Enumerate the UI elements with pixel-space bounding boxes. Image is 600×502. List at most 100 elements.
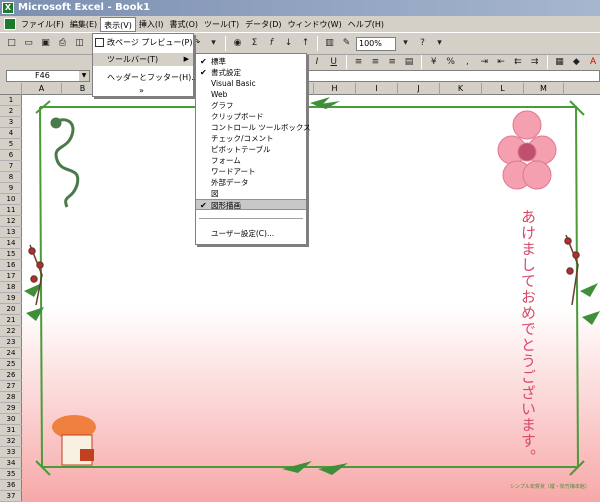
row-header[interactable]: 25: [0, 359, 22, 370]
print-icon[interactable]: ⎙: [55, 36, 70, 51]
toolbar-item-forms[interactable]: フォーム: [196, 155, 306, 166]
toolbar-item-drawing[interactable]: ✔ 図形描画: [196, 199, 306, 210]
row-header[interactable]: 15: [0, 249, 22, 260]
row-header[interactable]: 6: [0, 150, 22, 161]
drawing-icon[interactable]: ✎: [339, 36, 354, 51]
row-header[interactable]: 26: [0, 370, 22, 381]
menu-item-header-footer[interactable]: ヘッダーとフッター(H)...: [93, 71, 199, 84]
row-header[interactable]: 36: [0, 480, 22, 491]
row-header[interactable]: 37: [0, 491, 22, 502]
open-folder-icon[interactable]: ▭: [21, 36, 36, 51]
outdent-icon[interactable]: ⇇: [511, 55, 525, 70]
row-header[interactable]: 34: [0, 458, 22, 469]
align-center-icon[interactable]: ≡: [368, 55, 382, 70]
row-header[interactable]: 9: [0, 183, 22, 194]
row-header[interactable]: 21: [0, 315, 22, 326]
row-header[interactable]: 35: [0, 469, 22, 480]
italic-icon[interactable]: I: [310, 55, 324, 70]
sort-ascending-icon[interactable]: ↓: [281, 36, 296, 51]
row-header[interactable]: 20: [0, 304, 22, 315]
row-header[interactable]: 31: [0, 425, 22, 436]
menu-item-page-break-preview[interactable]: 改ページ プレビュー(P): [93, 36, 193, 49]
row-header[interactable]: 19: [0, 293, 22, 304]
row-header[interactable]: 7: [0, 161, 22, 172]
save-icon[interactable]: ▣: [38, 36, 53, 51]
row-header[interactable]: 22: [0, 326, 22, 337]
increase-decimal-icon[interactable]: ⇥: [477, 55, 491, 70]
row-header[interactable]: 30: [0, 414, 22, 425]
decrease-decimal-icon[interactable]: ⇤: [494, 55, 508, 70]
menu-item-toolbars[interactable]: ツールバー(T) ▶: [93, 53, 193, 66]
row-header[interactable]: 29: [0, 403, 22, 414]
toolbar-item-visual-basic[interactable]: Visual Basic: [196, 78, 306, 89]
toolbar-item-pivot-table[interactable]: ピボットテーブル: [196, 144, 306, 155]
column-header-l[interactable]: L: [482, 83, 524, 95]
row-header[interactable]: 13: [0, 227, 22, 238]
toolbar-item-picture[interactable]: 図: [196, 188, 306, 199]
chart-wizard-icon[interactable]: ▥: [322, 36, 337, 51]
column-header-i[interactable]: I: [356, 83, 398, 95]
row-header[interactable]: 14: [0, 238, 22, 249]
fill-color-icon[interactable]: ◆: [569, 55, 583, 70]
row-header[interactable]: 17: [0, 271, 22, 282]
menu-help[interactable]: ヘルプ(H): [345, 17, 387, 32]
row-header[interactable]: 12: [0, 216, 22, 227]
toolbar-item-web[interactable]: Web: [196, 89, 306, 100]
row-header[interactable]: 11: [0, 205, 22, 216]
menu-format[interactable]: 書式(O): [166, 17, 201, 32]
column-header-h[interactable]: H: [314, 83, 356, 95]
menu-expand-chevron[interactable]: »: [93, 84, 193, 97]
workbook-icon[interactable]: [4, 18, 16, 30]
underline-icon[interactable]: U: [327, 55, 341, 70]
function-icon[interactable]: f: [264, 36, 279, 51]
hyperlink-icon[interactable]: ◉: [230, 36, 245, 51]
align-left-icon[interactable]: ≡: [352, 55, 366, 70]
toolbar-item-chart[interactable]: グラフ: [196, 100, 306, 111]
toolbar-options-icon[interactable]: ▾: [432, 36, 447, 51]
row-header[interactable]: 1: [0, 95, 22, 106]
zoom-dropdown-icon[interactable]: ▾: [398, 36, 413, 51]
toolbar-item-clipboard[interactable]: クリップボード: [196, 111, 306, 122]
indent-icon[interactable]: ⇉: [528, 55, 542, 70]
column-header-m[interactable]: M: [524, 83, 564, 95]
menu-insert[interactable]: 挿入(I): [136, 17, 167, 32]
row-header[interactable]: 28: [0, 392, 22, 403]
row-header[interactable]: 33: [0, 447, 22, 458]
column-header-k[interactable]: K: [440, 83, 482, 95]
row-header[interactable]: 8: [0, 172, 22, 183]
row-header[interactable]: 27: [0, 381, 22, 392]
toolbar-item-control-toolbox[interactable]: コントロール ツールボックス: [196, 122, 311, 133]
borders-icon[interactable]: ▦: [553, 55, 567, 70]
column-header-j[interactable]: J: [398, 83, 440, 95]
row-header[interactable]: 3: [0, 117, 22, 128]
help-icon[interactable]: ?: [415, 36, 430, 51]
row-header[interactable]: 18: [0, 282, 22, 293]
percent-icon[interactable]: %: [444, 55, 458, 70]
worksheet-grid[interactable]: あけましておめでとうございます。 シンプル年賀状（縦・松竹梅本館）: [22, 95, 600, 502]
comma-icon[interactable]: ,: [461, 55, 475, 70]
row-header[interactable]: 10: [0, 194, 22, 205]
sort-descending-icon[interactable]: ↑: [298, 36, 313, 51]
name-box[interactable]: F46 ▼: [6, 70, 90, 82]
new-file-icon[interactable]: □: [4, 36, 19, 51]
align-right-icon[interactable]: ≡: [385, 55, 399, 70]
toolbar-item-reviewing[interactable]: チェック/コメント: [196, 133, 306, 144]
toolbar-item-customize[interactable]: ユーザー設定(C)...: [196, 228, 306, 239]
toolbar-item-external-data[interactable]: 外部データ: [196, 177, 306, 188]
preview-icon[interactable]: ◫: [72, 36, 87, 51]
row-header[interactable]: 23: [0, 337, 22, 348]
autosum-icon[interactable]: Σ: [247, 36, 262, 51]
select-all-corner[interactable]: [0, 83, 22, 95]
toolbar-item-standard[interactable]: ✔ 標準: [196, 56, 306, 67]
zoom-select[interactable]: 100%: [356, 36, 396, 51]
merge-center-icon[interactable]: ▤: [402, 55, 416, 70]
menu-data[interactable]: データ(D): [242, 17, 284, 32]
row-header[interactable]: 4: [0, 128, 22, 139]
menu-file[interactable]: ファイル(F): [18, 17, 67, 32]
row-header[interactable]: 24: [0, 348, 22, 359]
font-color-icon[interactable]: A: [586, 55, 600, 70]
row-header[interactable]: 16: [0, 260, 22, 271]
menu-edit[interactable]: 編集(E): [67, 17, 100, 32]
menu-window[interactable]: ウィンドウ(W): [285, 17, 345, 32]
row-header[interactable]: 5: [0, 139, 22, 150]
